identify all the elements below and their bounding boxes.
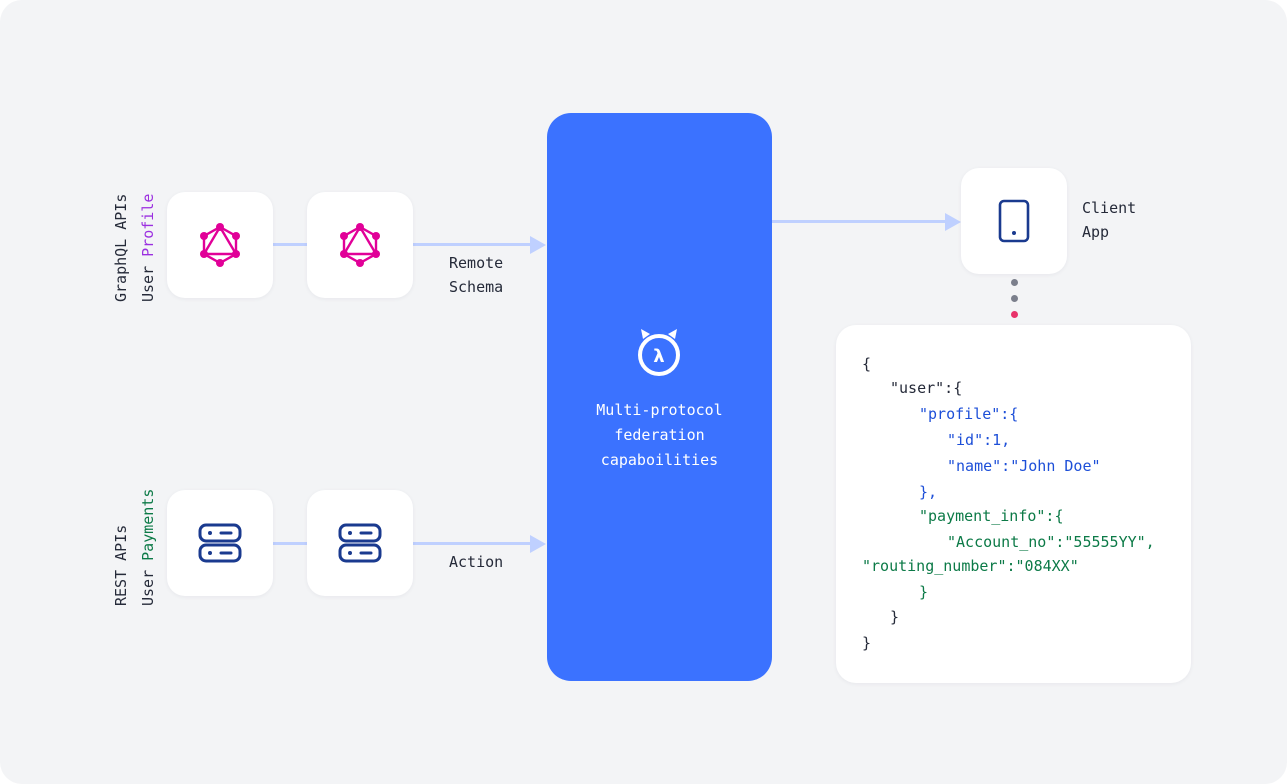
graphql-icon (340, 223, 380, 267)
graphql-connector-2 (412, 243, 532, 246)
json-line: "profile":{ (919, 405, 1019, 423)
json-line: } (862, 634, 872, 652)
graphql-label-line2: User Profile (139, 193, 157, 302)
rest-label-line1: REST APIs (112, 524, 130, 606)
client-app-card (961, 168, 1067, 274)
json-line: "routing_number":"084XX" (862, 557, 1079, 575)
rest-label-line2: User Payments (139, 488, 157, 606)
rest-label-highlight: Payments (139, 488, 157, 561)
graphql-arrowhead (530, 236, 546, 254)
json-line: "user":{ (890, 379, 963, 397)
json-line: }, (919, 483, 938, 501)
json-line: } (919, 583, 929, 601)
json-response-card: { "user":{ "profile":{ "id":1, "name":"J… (836, 325, 1191, 683)
server-icon (338, 523, 382, 563)
client-arrowhead (945, 213, 961, 231)
rest-source-card-2 (307, 490, 413, 596)
rest-connector-1 (272, 542, 308, 545)
architecture-diagram: GraphQL APIs User Profile REST APIs User… (0, 0, 1287, 784)
federation-engine-block: λ Multi-protocol federation capaboilitie… (547, 113, 772, 681)
client-connector (772, 220, 948, 223)
graphql-connector-1 (272, 243, 308, 246)
rest-arrowhead (530, 535, 546, 553)
server-icon (198, 523, 242, 563)
graphql-source-card-1 (167, 192, 273, 298)
client-app-label: Client App (1082, 199, 1137, 241)
dot-2 (1011, 295, 1018, 302)
graphql-source-card-2 (307, 192, 413, 298)
dot-1 (1011, 279, 1018, 286)
rest-connector-2 (412, 542, 532, 545)
action-label: Action (449, 553, 504, 571)
json-line: } (890, 608, 900, 626)
remote-schema-label: Remote Schema (449, 254, 504, 296)
hasura-logo-icon: λ (638, 329, 680, 376)
graphql-icon (200, 223, 240, 267)
json-line: { (862, 355, 872, 373)
json-line: "name":"John Doe" (947, 457, 1101, 475)
json-line: "Account_no":"55555YY", (947, 533, 1155, 551)
rest-source-card-1 (167, 490, 273, 596)
dot-3 (1011, 311, 1018, 318)
json-line: "payment_info":{ (919, 507, 1064, 525)
graphql-label-highlight: Profile (139, 193, 157, 257)
svg-text:λ: λ (653, 346, 664, 367)
graphql-label-line1: GraphQL APIs (112, 193, 130, 302)
engine-description: Multi-protocol federation capaboilities (596, 401, 723, 469)
graphql-source-label: GraphQL APIs User Profile (108, 194, 162, 302)
rest-source-label: REST APIs User Payments (108, 489, 162, 606)
mobile-phone-icon (998, 199, 1030, 243)
json-line: "id":1, (947, 431, 1011, 449)
